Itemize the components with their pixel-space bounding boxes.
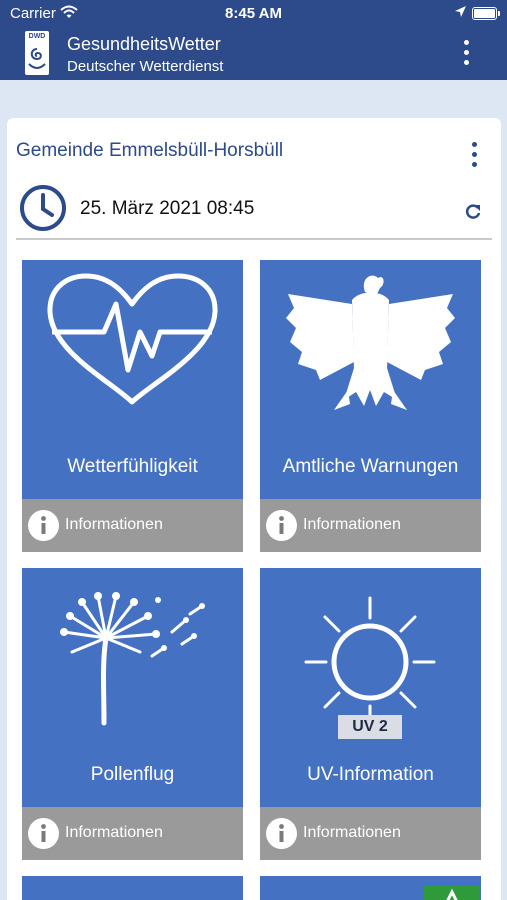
info-icon bbox=[266, 510, 297, 546]
info-icon bbox=[28, 510, 59, 546]
location-name: Gemeinde Emmelsbüll-Horsbüll bbox=[16, 140, 284, 161]
tile-label: UV-Information bbox=[307, 764, 434, 785]
info-icon bbox=[266, 818, 297, 854]
tile-label: Wetterfühligkeit bbox=[67, 456, 198, 477]
app-subtitle: Deutscher Wetterdienst bbox=[67, 58, 224, 75]
info-icon bbox=[28, 818, 59, 854]
federal-eagle-icon bbox=[260, 260, 481, 420]
clock-time: 8:45 AM bbox=[225, 5, 282, 22]
tile-amtliche-warnungen[interactable]: Amtliche Warnungen Informationen bbox=[260, 260, 481, 552]
tile-label: Amtliche Warnungen bbox=[282, 456, 459, 477]
warning-badge bbox=[424, 886, 480, 900]
dwd-logo: DWD bbox=[25, 31, 49, 75]
more-vertical-icon bbox=[455, 40, 477, 65]
refresh-icon[interactable] bbox=[464, 203, 482, 226]
clock-icon bbox=[19, 184, 67, 237]
sun-icon bbox=[260, 568, 481, 720]
app-header: DWD GesundheitsWetter Deutscher Wetterdi… bbox=[0, 28, 507, 80]
info-label: Informationen bbox=[303, 824, 401, 841]
info-button[interactable]: Informationen bbox=[260, 499, 481, 552]
dandelion-icon bbox=[22, 568, 243, 738]
heart-pulse-icon bbox=[22, 260, 243, 410]
location-menu-button[interactable] bbox=[467, 142, 481, 168]
info-label: Informationen bbox=[65, 824, 163, 841]
divider bbox=[16, 238, 492, 240]
info-label: Informationen bbox=[303, 516, 401, 533]
tile-partial-right[interactable] bbox=[260, 876, 481, 900]
battery-icon bbox=[472, 7, 500, 20]
info-button[interactable]: Informationen bbox=[260, 807, 481, 860]
tile-partial-left[interactable] bbox=[22, 876, 243, 900]
forecast-datetime: 25. März 2021 08:45 bbox=[80, 198, 255, 219]
location-card: Gemeinde Emmelsbüll-Horsbüll 25. März 20… bbox=[7, 118, 501, 900]
header-menu-button[interactable] bbox=[455, 40, 477, 70]
info-label: Informationen bbox=[65, 516, 163, 533]
tile-pollenflug[interactable]: Pollenflug Informationen bbox=[22, 568, 243, 860]
logo-text: DWD bbox=[28, 33, 46, 40]
tile-uv-information[interactable]: UV 2 UV-Information Informationen bbox=[260, 568, 481, 860]
location-arrow-icon bbox=[454, 5, 467, 22]
partial-icon bbox=[22, 876, 243, 900]
info-button[interactable]: Informationen bbox=[22, 499, 243, 552]
info-button[interactable]: Informationen bbox=[22, 807, 243, 860]
status-bar: Carrier 8:45 AM bbox=[0, 0, 507, 28]
tile-label: Pollenflug bbox=[90, 764, 175, 785]
tile-wetterfuehligkeit[interactable]: Wetterfühligkeit Informationen bbox=[22, 260, 243, 552]
more-vertical-icon bbox=[467, 142, 481, 167]
app-title: GesundheitsWetter bbox=[67, 34, 221, 54]
uv-index-badge: UV 2 bbox=[338, 715, 402, 739]
